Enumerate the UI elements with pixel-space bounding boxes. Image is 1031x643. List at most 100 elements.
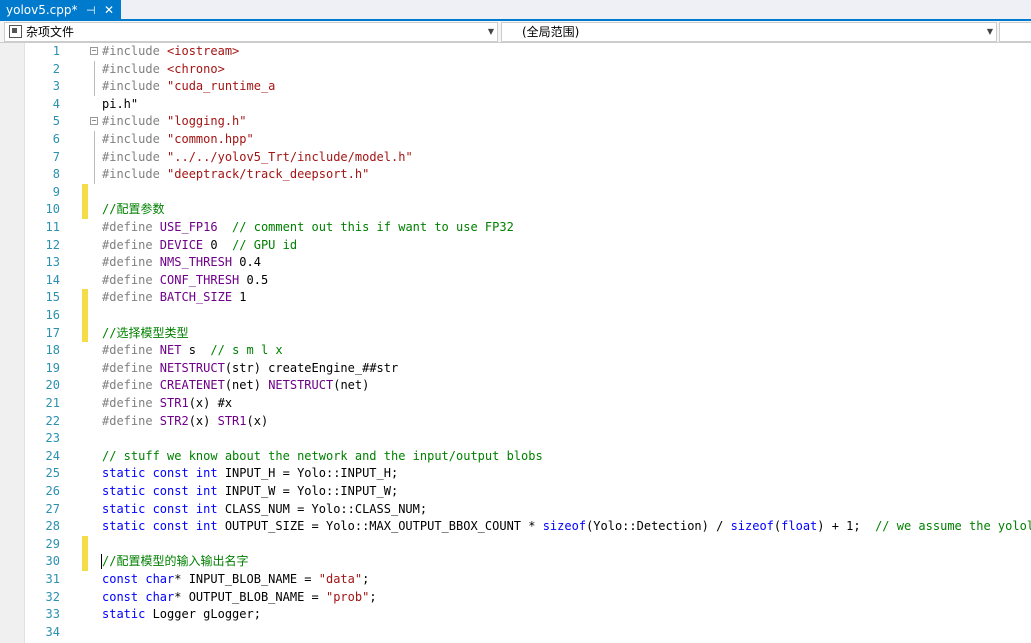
code-line[interactable]: 24 // stuff we know about the network and… — [0, 448, 1031, 466]
code-line[interactable]: 18 #define NET s // s m l x — [0, 342, 1031, 360]
line-number: 6 — [52, 132, 60, 146]
code-line[interactable]: 17 //选择模型类型 — [0, 324, 1031, 343]
code-text: static const int OUTPUT_SIZE = Yolo::MAX… — [102, 518, 1031, 536]
code-token: "prob" — [325, 589, 370, 604]
code-line[interactable]: 27 static const int CLASS_NUM = Yolo::CLA… — [0, 501, 1031, 519]
code-token: NMS_THRESH — [159, 255, 233, 270]
code-text: #define CREATENET(net) NETSTRUCT(net) — [102, 377, 369, 395]
code-line[interactable]: 2 #include <chrono> — [0, 60, 1031, 79]
line-number: 25 — [45, 466, 60, 481]
code-line[interactable]: 30 //配置模型的输入输出名字 — [0, 553, 1031, 571]
code-line[interactable]: 20 #define CREATENET(net) NETSTRUCT(net) — [0, 377, 1031, 395]
project-dropdown[interactable]: 杂项文件 ▼ — [4, 22, 498, 42]
line-number: 24 — [45, 448, 60, 463]
code-token: #define — [102, 396, 160, 410]
code-token: pi.h" — [102, 96, 139, 111]
code-line[interactable]: 10 //配置参数 — [0, 201, 1031, 219]
code-token: "../../yolov5_Trt/include/model.h" — [167, 149, 413, 164]
code-token: (x) #x — [188, 396, 233, 410]
code-text: #define STR1(x) #x — [102, 395, 232, 413]
code-line[interactable]: 32 const char* OUTPUT_BLOB_NAME = "prob"; — [0, 589, 1031, 607]
line-number: 18 — [45, 343, 60, 358]
code-line[interactable]: 11 #define USE_FP16 // comment out this i… — [0, 219, 1031, 237]
code-token: // we assume the yololayer — [875, 519, 1031, 534]
code-token: Logger gLogger; — [145, 607, 261, 622]
code-token: sizeof — [730, 519, 774, 534]
code-line[interactable]: 15 #define BATCH_SIZE 1 — [0, 289, 1031, 307]
code-line[interactable]: 19 #define NETSTRUCT(str) createEngine_##… — [0, 360, 1031, 378]
code-line[interactable]: 14 #define CONF_THRESH 0.5 — [0, 272, 1031, 290]
code-token: <iostream> — [167, 44, 240, 58]
code-line[interactable]: 13 #define NMS_THRESH 0.4 — [0, 254, 1031, 272]
line-number: 4 — [52, 96, 60, 111]
line-number: 20 — [45, 378, 60, 393]
line-number: 34 — [45, 624, 60, 639]
code-token: "cuda_runtime_a — [167, 79, 276, 94]
collapse-icon[interactable]: − — [90, 117, 98, 126]
code-token: STR1 — [159, 396, 189, 410]
line-number: 13 — [45, 255, 60, 270]
line-number: 3 — [52, 79, 60, 94]
line-number: 19 — [45, 360, 60, 375]
code-line[interactable]: 4 pi.h" — [0, 96, 1031, 114]
code-text: #include <iostream> — [102, 43, 239, 61]
code-token: <chrono> — [167, 61, 225, 76]
code-text: #include "common.hpp" — [102, 131, 254, 149]
code-editor[interactable]: 1− #include <iostream> 2 #include <chrono> 3… — [0, 43, 1031, 643]
code-token: s — [181, 343, 211, 358]
code-line[interactable]: 12 #define DEVICE 0 // GPU id — [0, 237, 1031, 255]
code-line[interactable]: 22 #define STR2(x) STR1(x) — [0, 413, 1031, 431]
code-line[interactable]: 9 — [0, 183, 1031, 202]
collapse-icon[interactable]: − — [90, 47, 98, 55]
code-token: #define — [102, 290, 160, 305]
code-token: // s m l x — [210, 343, 283, 358]
code-token: // stuff we know about the network and t… — [102, 448, 543, 463]
code-text: #define NETSTRUCT(str) createEngine_##st… — [102, 360, 398, 378]
code-line[interactable]: 1 − #include <iostream> — [0, 43, 1031, 61]
code-token: * INPUT_BLOB_NAME = — [174, 572, 319, 586]
member-dropdown[interactable] — [999, 22, 1031, 42]
code-token: #define — [102, 378, 160, 393]
scope-dropdown[interactable]: (全局范围) ▼ — [501, 22, 997, 42]
line-number: 27 — [45, 501, 60, 516]
code-line[interactable]: 5 − #include "logging.h" — [0, 113, 1031, 131]
chevron-down-icon: ▼ — [986, 27, 993, 36]
code-line[interactable]: 34 — [0, 624, 1031, 642]
code-line[interactable]: 3 #include "cuda_runtime_a — [0, 78, 1031, 96]
code-token: OUTPUT_SIZE = Yolo::MAX_OUTPUT_BBOX_COUN… — [217, 519, 543, 534]
code-line[interactable]: 25 static const int INPUT_H = Yolo::INPUT… — [0, 465, 1031, 483]
code-token: (net) — [224, 378, 269, 393]
code-line[interactable]: 8 #include "deeptrack/track_deepsort.h" — [0, 166, 1031, 184]
code-text: //选择模型类型 — [102, 325, 188, 343]
code-text: static const int CLASS_NUM = Yolo::CLASS… — [102, 501, 427, 519]
code-text: static Logger gLogger; — [102, 606, 261, 624]
code-text: #include "logging.h" — [102, 113, 247, 131]
code-token: (str) createEngine_##str — [224, 360, 399, 375]
code-line[interactable]: 16 — [0, 307, 1031, 325]
line-number: 16 — [45, 308, 60, 322]
code-text: //配置参数 — [102, 201, 164, 219]
code-line[interactable]: 28 static const int OUTPUT_SIZE = Yolo::M… — [0, 518, 1031, 536]
code-token: USE_FP16 — [159, 220, 218, 234]
code-line[interactable]: 29 — [0, 535, 1031, 554]
pin-icon[interactable]: ⊣ — [86, 0, 96, 21]
code-token: BATCH_SIZE — [159, 290, 233, 305]
code-token: #include — [102, 44, 168, 58]
code-line[interactable]: 6 #include "common.hpp" — [0, 131, 1031, 149]
change-marker — [82, 201, 88, 219]
document-tab[interactable]: yolov5.cpp* ⊣ ✕ — [0, 0, 121, 21]
code-token: #define — [102, 272, 160, 287]
code-line[interactable]: 23 — [0, 430, 1031, 448]
code-line[interactable]: 7 #include "../../yolov5_Trt/include/mode… — [0, 148, 1031, 167]
code-line[interactable]: 33 static Logger gLogger; — [0, 606, 1031, 624]
code-line[interactable]: 31 const char* INPUT_BLOB_NAME = "data"; — [0, 571, 1031, 589]
line-number: 31 — [45, 572, 60, 586]
close-icon[interactable]: ✕ — [104, 0, 114, 21]
code-line[interactable]: 26 static const int INPUT_W = Yolo::INPUT… — [0, 483, 1031, 501]
code-token: static const int — [102, 484, 218, 498]
code-line[interactable]: 21 #define STR1(x) #x — [0, 395, 1031, 413]
code-token: (Yolo::Detection) / — [586, 519, 731, 534]
line-number: 22 — [45, 413, 60, 428]
code-token: // GPU id — [232, 237, 298, 252]
